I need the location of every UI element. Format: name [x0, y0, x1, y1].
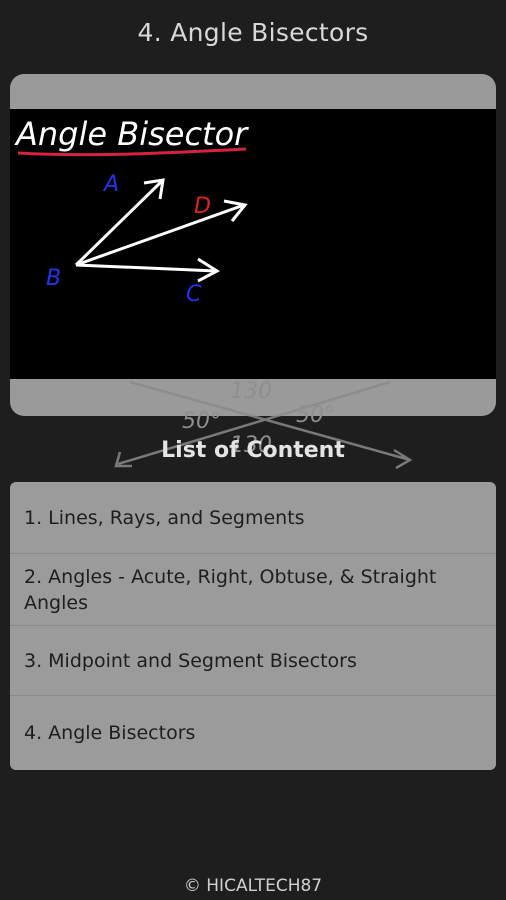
point-a-label: A	[102, 172, 119, 197]
list-item-lines-rays-segments[interactable]: 1. Lines, Rays, and Segments	[10, 482, 496, 554]
ray-bd	[75, 203, 245, 267]
list-item-angle-bisectors[interactable]: 4. Angle Bisectors	[10, 696, 496, 770]
point-d-label: D	[194, 194, 211, 219]
copyright-footer: © HICALTECH87	[183, 876, 323, 896]
video-frame[interactable]: Angle Bisector A B C D	[10, 109, 496, 379]
list-item-midpoint-bisectors[interactable]: 3. Midpoint and Segment Bisectors	[10, 626, 496, 696]
whiteboard-title: Angle Bisector	[14, 115, 249, 153]
list-item-angles[interactable]: 2. Angles - Acute, Right, Obtuse, & Stra…	[10, 554, 496, 626]
list-heading: List of Content	[161, 438, 345, 463]
app-screen: 4. Angle Bisectors Angle Bisector A B C …	[0, 0, 506, 900]
page-title: 4. Angle Bisectors	[137, 18, 369, 47]
video-player[interactable]: Angle Bisector A B C D	[10, 74, 496, 416]
ray-bc	[75, 263, 217, 273]
point-c-label: C	[186, 282, 202, 307]
point-b-label: B	[46, 266, 61, 291]
whiteboard-drawing: Angle Bisector A B C D	[14, 115, 249, 307]
content-list: 1. Lines, Rays, and Segments 2. Angles -…	[10, 482, 496, 770]
